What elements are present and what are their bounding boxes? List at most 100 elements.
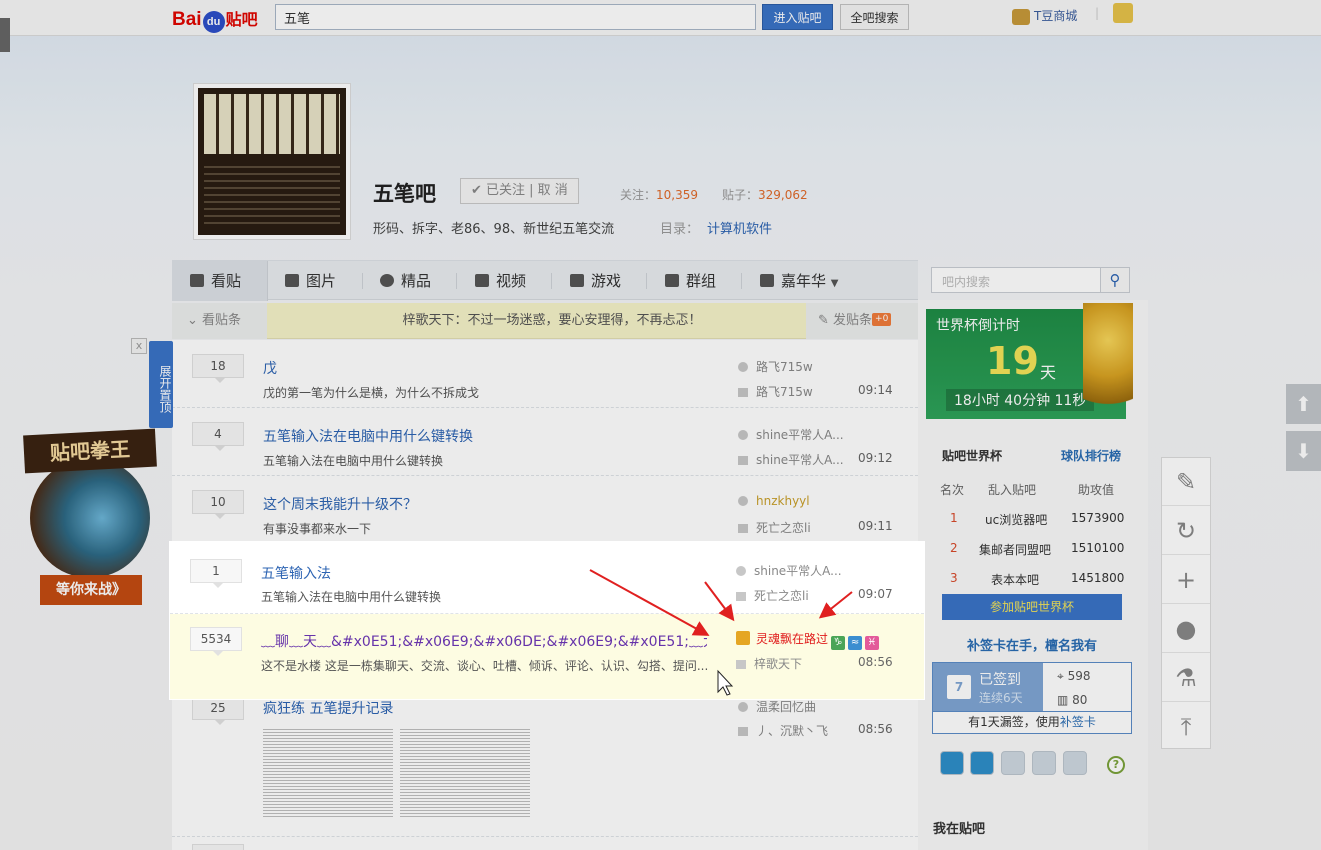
reply-count: 59 [192,844,244,850]
tab-tieba-worldcup[interactable]: 贴吧世界杯 [942,447,1002,464]
close-icon[interactable]: x [131,338,147,354]
posts-stat: 贴子：329,062 [722,188,808,202]
rank-forum[interactable]: 表本本吧 [991,571,1039,588]
rank-forum[interactable]: uc浏览器吧 [985,511,1047,528]
tab-groups[interactable]: 群组 [665,261,716,301]
tab-featured[interactable]: 精品 [380,261,431,301]
thread-abstract: 戊的第一笔为什么是横，为什么不拆成戈 [263,386,480,400]
sign-in-box[interactable]: 7 已签到 连续6天 ⌖ 598 ▥ 80 [932,662,1132,712]
thread-title[interactable]: 五笔输入法在电脑中用什么键转换 [263,426,713,446]
reply-count: 5534 [190,627,242,656]
shop-icon [1012,8,1030,25]
rank-forum[interactable]: 集邮者同盟吧 [979,541,1051,558]
scroll-down-icon[interactable]: ⬇ [1286,431,1321,471]
makeup-card-promo[interactable]: 补签卡在手，檀名我有 [933,635,1131,654]
last-reply-time: 08:56 [858,722,893,736]
left-edge-marker [0,18,10,52]
plus-icon[interactable]: + [1162,556,1210,604]
comment-icon [738,727,748,736]
countdown-days-unit: 天 [1040,363,1057,382]
forum-search-input[interactable]: 吧内搜索 [931,267,1101,293]
tab-team-ranking[interactable]: 球队排行榜 [1061,447,1121,464]
view-postbar-button[interactable]: ⌄ 看贴条 [172,303,267,339]
tab-images[interactable]: 图片 [285,261,336,301]
follow-button[interactable]: ✔ 已关注 | 取 消 [460,178,579,204]
reply-count: 4 [192,422,244,451]
forum-nav: 看贴 图片 精品 视频 游戏 群组 嘉年华 ▼ [172,260,918,301]
missed-sign-note: 有1天漏签，使用补签卡 [932,712,1132,734]
thread-title[interactable]: 疯狂练 五笔提升记录 [263,698,713,718]
last-replier[interactable]: 路飞715w [738,383,813,400]
gamepad-icon [570,274,584,287]
edit-icon: ✎ [818,313,834,328]
edit-post-icon[interactable]: ✎ [1162,458,1210,506]
thread-thumbnail[interactable] [263,729,393,817]
promo-cta-button[interactable]: 等你来战》 [40,575,142,605]
thread-title[interactable]: 这个周末我能升十级不？ [263,494,713,514]
last-replier[interactable]: shine平常人A... [738,451,844,468]
refresh-app-icon[interactable] [970,751,994,775]
thread-author[interactable]: 温柔回忆曲 [738,698,816,715]
baidu-tieba-logo[interactable]: Bai du 贴吧 [172,6,258,33]
forum-avatar[interactable] [193,83,351,240]
search-all-button[interactable]: 全吧搜索 [840,4,909,30]
forum-slogan: 形码、拆字、老86、98、新世纪五笔交流 [373,222,615,237]
catalog-link[interactable]: 计算机软件 [707,222,772,237]
expand-pinned-button[interactable]: 展开置顶 [149,341,173,428]
tab-games[interactable]: 游戏 [570,261,621,301]
annotation-arrows [589,569,853,696]
search-input[interactable]: 五笔 [275,4,756,30]
search-icon[interactable]: ⚲ [1100,267,1130,293]
enter-forum-button[interactable]: 进入贴吧 [762,4,833,30]
countdown-time: 18小时 40分钟 11秒 [946,389,1095,411]
video-icon [475,274,489,287]
thread-author[interactable]: hnzkhyyl [738,494,810,508]
help-icon[interactable]: ? [1107,756,1125,774]
rank-score: 1573900 [1071,511,1125,525]
reply-count: 18 [192,354,244,383]
tab-carnival[interactable]: 嘉年华 ▼ [760,261,839,301]
flask-icon[interactable]: ⚗ [1162,654,1210,702]
thread-author[interactable]: 路飞715w [738,358,813,375]
thread-title[interactable]: 戊 [263,358,713,378]
postbar-message[interactable]: 梓歌天下：不过一场迷惑，要心安理得，不再忐忑！ [292,303,812,339]
tdou-mall-link[interactable]: T豆商城 [1012,7,1077,25]
tieba-boxer-promo[interactable]: 贴吧拳王 等你来战》 [23,428,157,607]
scroll-up-icon[interactable]: ⬆ [1286,384,1321,424]
thread-thumbnail[interactable] [400,729,530,817]
bar-icon: ▥ [1057,693,1073,707]
circle-icon[interactable] [1032,751,1056,775]
copy-icon[interactable] [1001,751,1025,775]
back-to-top-icon[interactable]: ⤒ [1162,703,1210,751]
pin-icon: ⌖ [1057,669,1068,683]
comment-icon [738,524,748,533]
person-icon [738,362,748,372]
refresh-icon[interactable]: ↻ [1162,507,1210,555]
table-row: 25 疯狂练 五笔提升记录 温柔回忆曲 丿、沉默丶飞 08:56 [172,694,918,837]
tab-posts[interactable]: 看贴 [172,261,268,301]
forum-name: 五笔吧 [373,182,436,206]
star-icon [380,274,394,287]
join-worldcup-button[interactable]: 参加贴吧世界杯 [942,594,1122,620]
last-replier[interactable]: 死亡之恋li [738,519,811,536]
last-replier[interactable]: 丿、沉默丶飞 [738,722,828,739]
thread-author[interactable]: shine平常人A... [738,426,844,443]
compass-icon[interactable] [940,751,964,775]
sign-rank: ⌖ 598 [1057,669,1091,683]
user-manage-icon[interactable]: ● [1162,605,1210,653]
side-toolbar: ✎ ↻ + ● ⚗ ⤒ [1161,457,1211,749]
comment-icon [738,388,748,397]
reply-count: 10 [192,490,244,519]
tab-video[interactable]: 视频 [475,261,526,301]
countdown-days: 19 [986,339,1039,383]
badge-icon[interactable] [1063,751,1087,775]
user-menu-icon[interactable] [1113,3,1133,23]
chat-icon [665,274,679,287]
person-icon [738,702,748,712]
reply-count: 25 [192,696,244,725]
rank-number: 2 [950,541,958,555]
send-postbar-button[interactable]: ✎ 发贴条 +0 [806,303,918,339]
person-icon [738,430,748,440]
makeup-card-link[interactable]: 补签卡 [1060,715,1096,729]
document-icon [190,274,204,287]
